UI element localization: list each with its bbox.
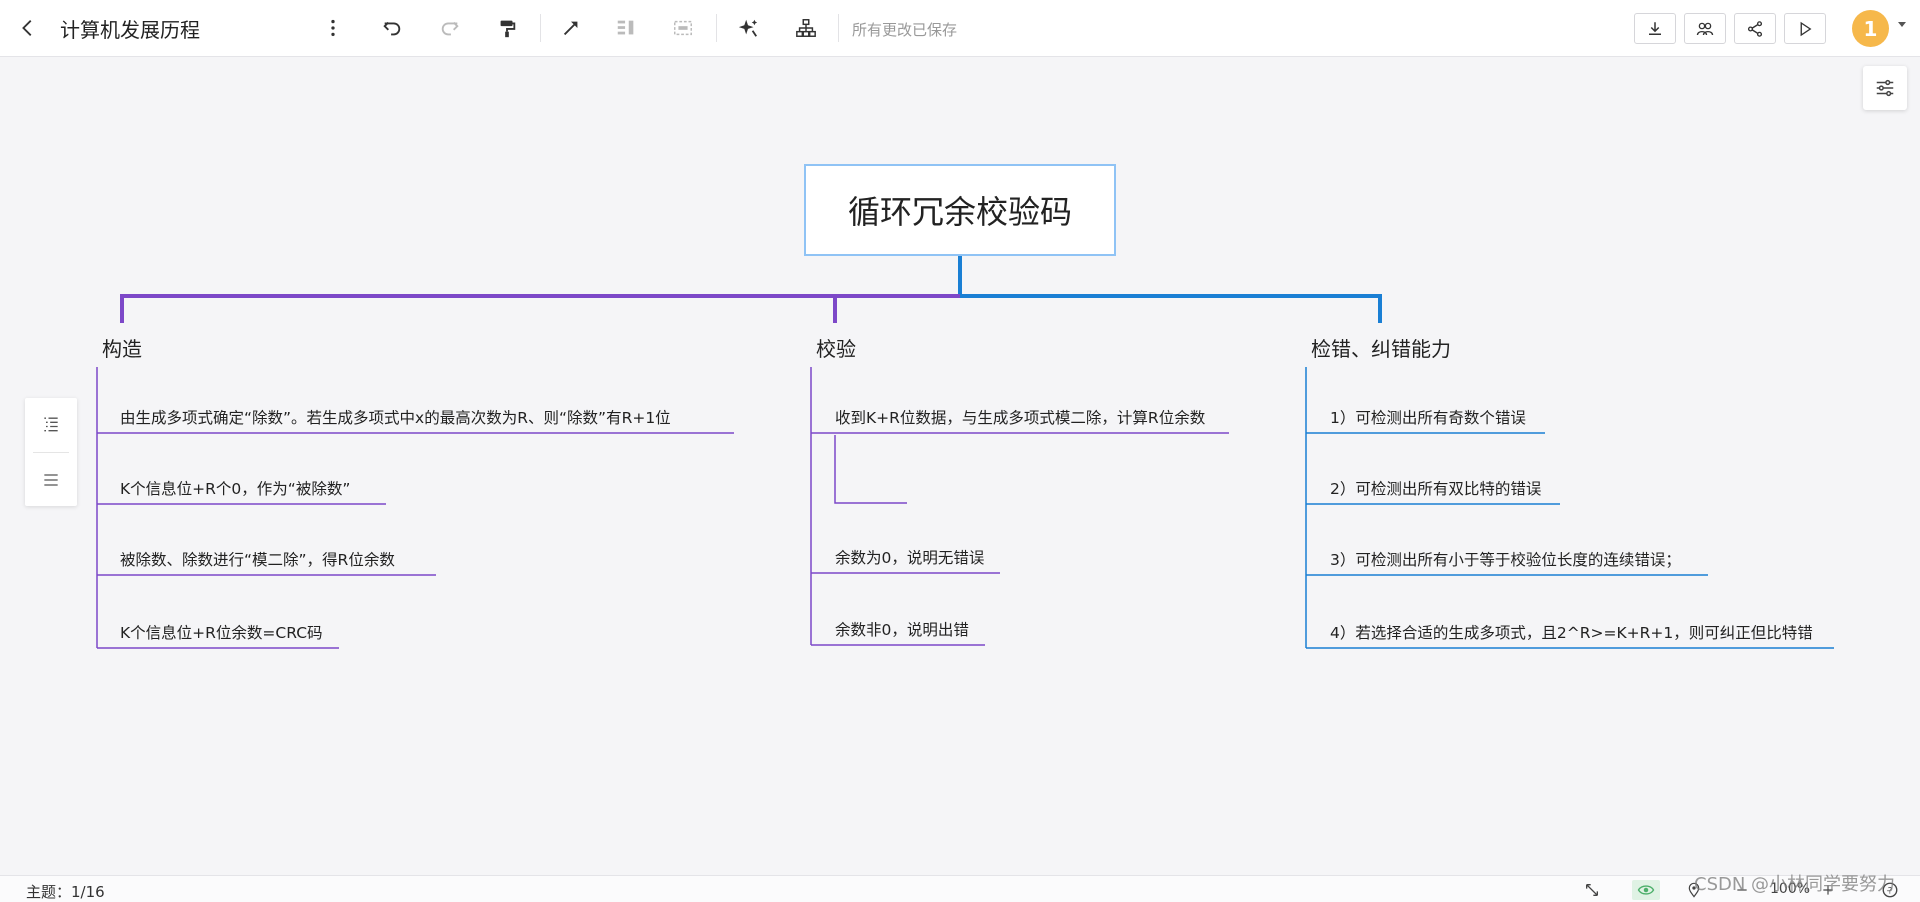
toolbar-divider xyxy=(540,14,541,42)
root-topic-label: 循环冗余校验码 xyxy=(847,193,1072,231)
eye-care-button[interactable] xyxy=(1632,880,1660,900)
more-options-button[interactable] xyxy=(315,10,351,46)
format-painter-button[interactable] xyxy=(489,10,525,46)
collaborators-icon xyxy=(1696,22,1714,35)
back-arrow-icon xyxy=(22,20,32,36)
boundary-button[interactable] xyxy=(665,10,701,46)
toolbar-divider xyxy=(716,14,717,42)
connector-button[interactable] xyxy=(553,10,589,46)
subtopic[interactable]: 3）可检测出所有小于等于校验位长度的连续错误； xyxy=(1330,548,1681,570)
magic-wand-icon xyxy=(738,19,758,37)
subtopic[interactable]: 2）可检测出所有双比特的错误 xyxy=(1330,477,1541,499)
present-button[interactable] xyxy=(1784,13,1826,44)
save-status: 所有更改已保存 xyxy=(852,21,958,39)
undo-button[interactable] xyxy=(374,10,410,46)
back-button[interactable] xyxy=(10,10,46,46)
root-topic[interactable]: 循环冗余校验码 xyxy=(804,164,1116,256)
download-icon xyxy=(1649,21,1661,35)
subtopic[interactable]: 被除数、除数进行“模二除”，得R位余数 xyxy=(120,548,395,570)
summary-icon xyxy=(617,20,634,35)
user-avatar[interactable]: 1 xyxy=(1852,10,1889,47)
subtopic[interactable]: 收到K+R位数据，与生成多项式模二除，计算R位余数 xyxy=(835,406,1205,428)
relationship-arrow-icon xyxy=(563,21,578,36)
subtopic[interactable]: 4）若选择合适的生成多项式，且2^R>=K+R+1，则可纠正但比特错 xyxy=(1330,621,1813,643)
subtopic[interactable]: 余数为0，说明无错误 xyxy=(835,546,984,568)
fit-screen-button[interactable] xyxy=(1582,880,1602,900)
boundary-icon xyxy=(674,20,692,36)
avatar-dropdown-caret-icon[interactable] xyxy=(1898,22,1906,27)
toolbar-divider xyxy=(838,14,839,42)
status-bar: 主题：1/16 100% ? xyxy=(0,875,1920,902)
redo-icon xyxy=(441,21,459,36)
topic-error-capability[interactable]: 检错、纠错能力 xyxy=(1311,333,1451,362)
share-icon xyxy=(1747,20,1763,37)
more-vertical-icon xyxy=(331,19,335,37)
org-structure-icon xyxy=(796,19,816,37)
play-icon xyxy=(1800,21,1812,36)
top-toolbar: 计算机发展历程 所有更改已保存 1 xyxy=(0,0,1920,57)
ai-generate-button[interactable] xyxy=(730,10,766,46)
subtopic[interactable]: K个信息位+R个0，作为“被除数” xyxy=(120,477,350,499)
subtopic[interactable]: K个信息位+R位余数=CRC码 xyxy=(120,621,323,643)
eye-icon xyxy=(1637,885,1655,895)
redo-button[interactable] xyxy=(432,10,468,46)
topic-construction[interactable]: 构造 xyxy=(102,333,142,362)
undo-icon xyxy=(383,21,401,36)
subtopic[interactable]: 1）可检测出所有奇数个错误 xyxy=(1330,406,1526,428)
structure-button[interactable] xyxy=(788,10,824,46)
download-button[interactable] xyxy=(1634,13,1676,44)
collaborate-button[interactable] xyxy=(1684,13,1726,44)
format-painter-icon xyxy=(500,20,516,38)
topic-count: 主题：1/16 xyxy=(26,883,105,901)
subtopic[interactable]: 由生成多项式确定“除数”。若生成多项式中x的最高次数为R、则“除数”有R+1位 xyxy=(120,406,671,428)
document-title[interactable]: 计算机发展历程 xyxy=(60,14,200,43)
subtopic[interactable]: 余数非0，说明出错 xyxy=(835,618,969,640)
mindmap-canvas[interactable]: 循环冗余校验码 构造 由生成多项式确定“除数”。若生成多项式中x的最高次数为R、… xyxy=(0,57,1920,875)
share-button[interactable] xyxy=(1734,13,1776,44)
topic-verification[interactable]: 校验 xyxy=(816,333,856,362)
summary-button[interactable] xyxy=(608,10,644,46)
watermark: CSDN @小林同学要努力 xyxy=(1694,874,1896,895)
expand-diagonal-icon xyxy=(1586,884,1598,896)
